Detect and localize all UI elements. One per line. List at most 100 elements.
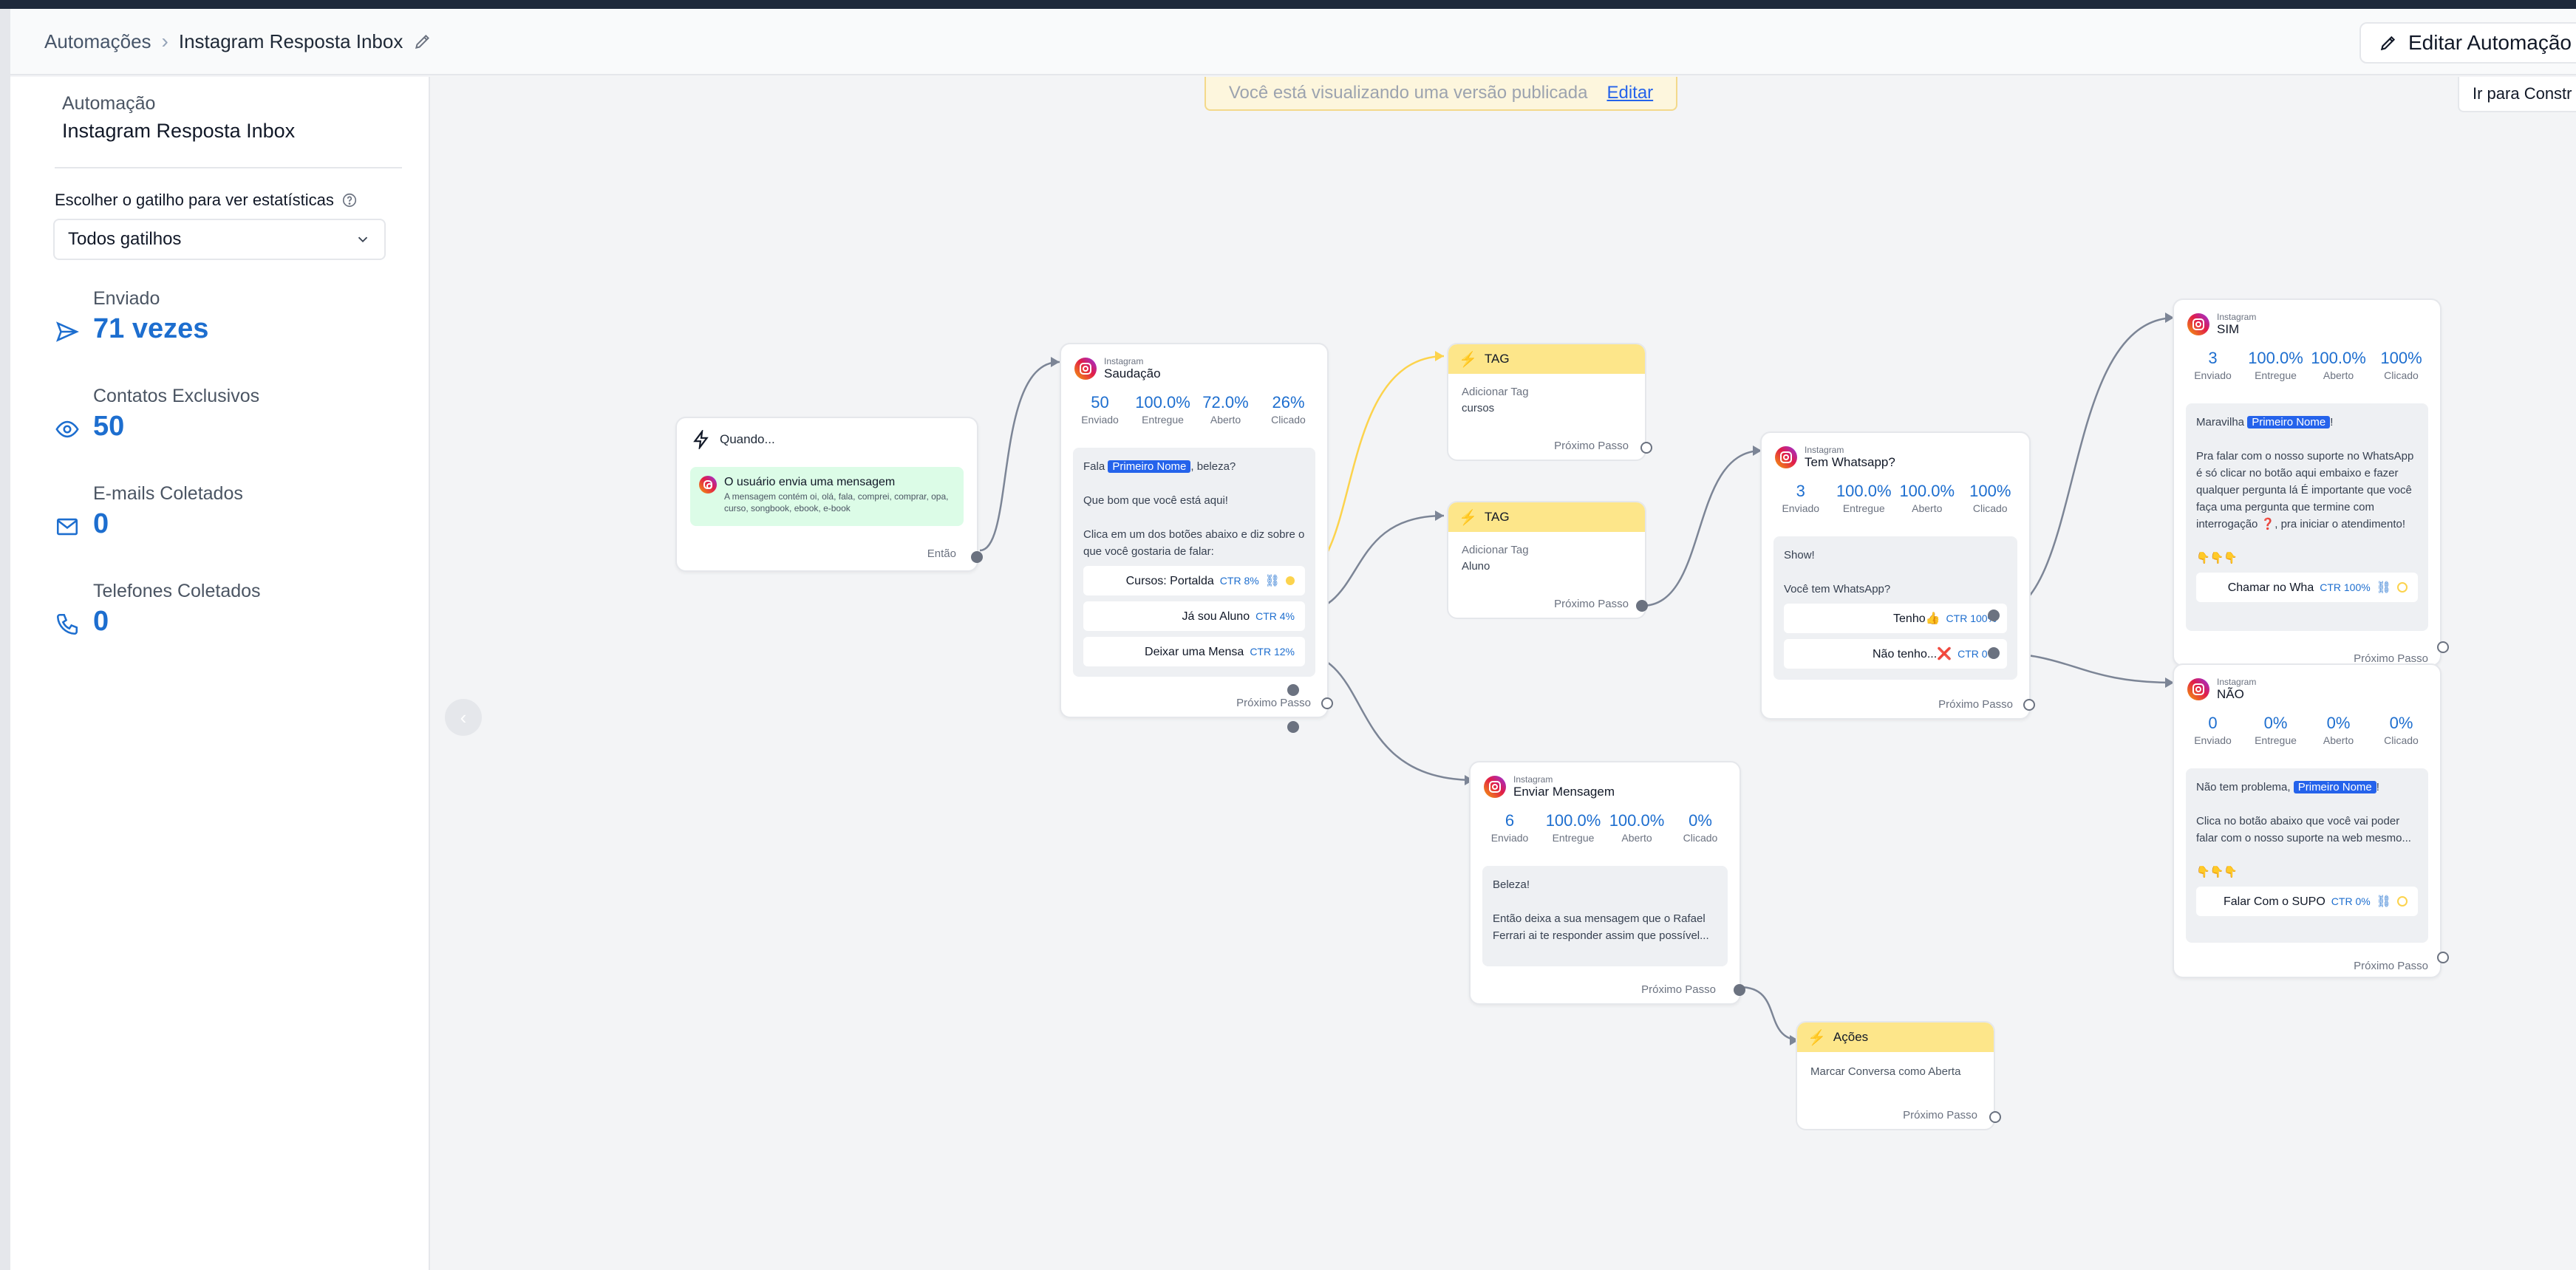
message-button[interactable]: Cursos: Portalda CTR 8% ⛓ [1083, 566, 1305, 595]
actions-node[interactable]: ⚡ Ações Marcar Conversa como Aberta Próxi… [1796, 1021, 1995, 1130]
tag-node-header: ⚡ TAG [1448, 502, 1645, 532]
output-port[interactable] [1636, 600, 1648, 612]
published-version-banner: Você está visualizando uma versão public… [1204, 77, 1677, 111]
tag-action-label: Adicionar Tag [1462, 386, 1529, 398]
tag-node-cursos[interactable]: ⚡ TAG Adicionar Tag cursos Próximo Passo [1447, 343, 1646, 461]
message-button[interactable]: Deixar uma Mensa CTR 12% [1083, 637, 1305, 666]
output-port[interactable] [1640, 442, 1652, 454]
output-port[interactable] [1988, 610, 2000, 621]
metric: 3 Enviado [2181, 349, 2244, 383]
message-text: 👇👇👇 [2196, 552, 2238, 564]
node-title: Tem Whatsapp? [1805, 455, 1895, 469]
output-port[interactable] [1321, 697, 1333, 709]
message-button[interactable]: Falar Com o SUPO CTR 0% ⛓ [2196, 887, 2418, 916]
tag-node-title: TAG [1484, 352, 1510, 366]
metric-value: 0% [2326, 714, 2351, 732]
message-node-sim[interactable]: Instagram SIM 3 Enviado 100.0% Entregue 10… [2173, 298, 2442, 666]
button-label: Chamar no Wha [2227, 581, 2314, 594]
chevron-down-icon [358, 236, 368, 243]
metric-value: 0% [2263, 714, 2288, 732]
metric-value: 3 [2208, 349, 2218, 367]
edge-trigger-saudacao [979, 361, 1060, 552]
metric-value: 100.0% [1609, 811, 1665, 830]
metric: 100.0% Aberto [1605, 811, 1669, 845]
trigger-select[interactable]: Todos gatilhos [53, 219, 386, 260]
connector-dot[interactable] [2397, 896, 2408, 907]
tag-node-title: TAG [1484, 510, 1510, 524]
message-node-whatsapp[interactable]: Instagram Tem Whatsapp? 3 Enviado 100.0% E… [1760, 431, 2035, 720]
lightning-icon [693, 430, 709, 449]
message-body: Show! Você tem WhatsApp? Tenho👍 CTR 100%… [1773, 536, 2017, 680]
first-name-tag: Primeiro Nome [1108, 460, 1191, 473]
message-body: Beleza! Então deixa a sua mensagem que o… [1482, 866, 1728, 966]
metric: 100.0% Aberto [1895, 482, 1959, 516]
actions-node-title: Ações [1833, 1030, 1869, 1044]
message-node-nao[interactable]: Instagram NÃO 0 Enviado 0% Entregue 0% Aber… [2173, 663, 2442, 978]
metric-label: Clicado [1683, 832, 1718, 844]
tag-node-header: ⚡ TAG [1448, 344, 1645, 374]
trigger-node[interactable]: Quando... O usuário envia uma mensagem A… [675, 417, 983, 572]
next-step-label: Próximo Passo [1641, 983, 1716, 996]
top-bar [0, 0, 2576, 9]
chevron-left-icon[interactable]: ‹ [445, 699, 482, 736]
node-metrics: 6 Enviado 100.0% Entregue 100.0% Aberto 0% C… [1478, 811, 1732, 845]
stat-label: Contatos Exclusivos [93, 386, 260, 406]
edit-automation-button[interactable]: Editar Automação [2359, 22, 2576, 64]
eye-icon [55, 420, 79, 438]
automation-name: Instagram Resposta Inbox [62, 120, 296, 142]
message-text: Então deixa a sua mensagem que o Rafael … [1493, 912, 1709, 942]
message-button[interactable]: Chamar no Wha CTR 100% ⛓ [2196, 573, 2418, 602]
output-port[interactable] [971, 551, 983, 563]
pencil-icon [2380, 35, 2396, 51]
output-port[interactable] [2437, 641, 2449, 653]
message-text: 👇👇👇 [2196, 866, 2238, 878]
output-port[interactable] [1287, 721, 1299, 733]
metric-label: Aberto [2323, 734, 2354, 746]
tag-action-label: Adicionar Tag [1462, 544, 1529, 556]
message-button[interactable]: Já sou Aluno CTR 4% [1083, 601, 1305, 631]
message-node-saudacao[interactable]: Instagram Saudação 50 Enviado 100.0% Entre… [1060, 343, 1333, 733]
metric-value: 50 [1091, 393, 1109, 412]
button-label: Cursos: Portalda [1125, 574, 1214, 587]
message-node-enviar[interactable]: Instagram Enviar Mensagem 6 Enviado 100.0… [1469, 761, 1745, 1005]
message-text: Clica em um dos botões abaixo e diz sobr… [1083, 528, 1305, 558]
connector-dot[interactable] [2397, 582, 2408, 593]
connector-dot[interactable] [1286, 576, 1295, 585]
banner-edit-link[interactable]: Editar [1606, 83, 1653, 103]
output-port[interactable] [1734, 984, 1745, 996]
flow-canvas[interactable]: Você está visualizando uma versão public… [432, 77, 2576, 1270]
stat-value: 50 [93, 411, 125, 442]
message-text: Você tem WhatsApp? [1784, 583, 1891, 595]
node-source: Instagram [2217, 677, 2257, 687]
tag-node-aluno[interactable]: ⚡ TAG Adicionar Tag Aluno Próximo Passo [1447, 501, 1646, 619]
output-port[interactable] [2023, 699, 2035, 711]
breadcrumb-root[interactable]: Automações [44, 30, 151, 53]
button-label: Não tenho...❌ [1873, 647, 1952, 660]
metric-value: 100.0% [2248, 349, 2303, 367]
button-label: Tenho👍 [1893, 612, 1940, 625]
stat-label: E-mails Coletados [93, 483, 243, 504]
output-port[interactable] [1989, 1111, 2001, 1123]
metric-value: 6 [1505, 811, 1515, 830]
metric-label: Aberto [1210, 414, 1241, 426]
output-port[interactable] [1988, 647, 2000, 659]
metric-label: Entregue [2255, 369, 2297, 381]
node-header: Instagram Tem Whatsapp? [1775, 445, 1895, 470]
phone-icon [56, 613, 78, 635]
node-source: Instagram [2217, 312, 2257, 322]
metric: 50 Enviado [1069, 393, 1131, 427]
metric-value: 0 [2208, 714, 2218, 732]
go-to-builder-button[interactable]: Ir para Constr [2458, 77, 2576, 112]
output-port[interactable] [2437, 952, 2449, 963]
tag-node-body: Adicionar Tag Aluno [1448, 532, 1645, 585]
message-button[interactable]: Não tenho...❌ CTR 0% [1784, 639, 2007, 669]
first-name-tag: Primeiro Nome [2293, 781, 2376, 793]
help-icon[interactable] [341, 192, 358, 208]
message-button[interactable]: Tenho👍 CTR 100% [1784, 604, 2007, 633]
node-metrics: 0 Enviado 0% Entregue 0% Aberto 0% Clicado [2181, 714, 2433, 748]
metric: 0% Clicado [2370, 714, 2433, 748]
pencil-icon[interactable] [413, 32, 432, 51]
link-icon: ⛓ [2376, 581, 2391, 594]
message-text: ! [2330, 416, 2334, 429]
output-port[interactable] [1287, 684, 1299, 696]
